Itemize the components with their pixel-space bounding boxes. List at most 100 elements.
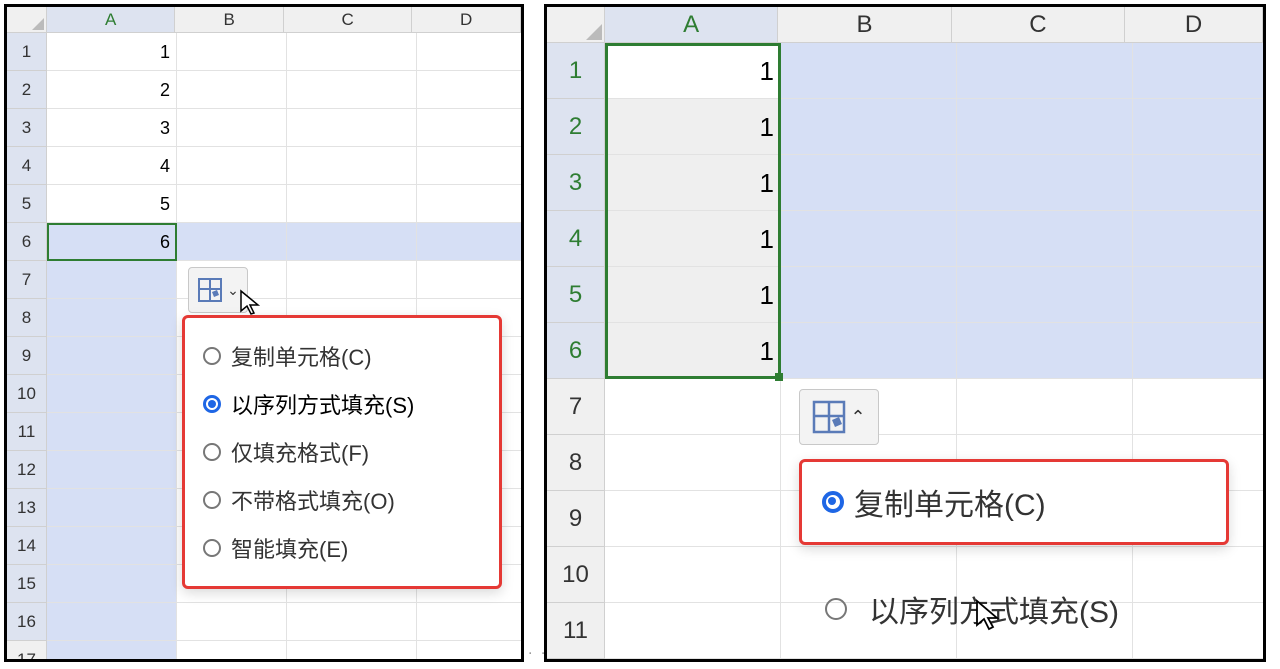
cell[interactable]: 5	[47, 185, 177, 223]
cell[interactable]	[781, 211, 957, 267]
col-header-C[interactable]: C	[284, 7, 412, 33]
cell[interactable]	[417, 71, 524, 109]
option-copy-cells[interactable]: 复制单元格(C)	[816, 472, 1212, 532]
cell[interactable]	[177, 641, 287, 662]
cell[interactable]	[287, 147, 417, 185]
row-header-13[interactable]: 13	[7, 489, 47, 527]
cell[interactable]: 3	[47, 109, 177, 147]
fill-handle[interactable]	[775, 373, 783, 381]
cell[interactable]: 1	[605, 43, 781, 99]
cell[interactable]: 1	[605, 211, 781, 267]
col-header-A[interactable]: A	[47, 7, 175, 33]
cell[interactable]	[957, 155, 1133, 211]
row-header-7[interactable]: 7	[7, 261, 47, 299]
cell[interactable]	[287, 641, 417, 662]
cell[interactable]	[781, 99, 957, 155]
select-all-corner[interactable]	[547, 7, 605, 43]
cell[interactable]	[1133, 99, 1266, 155]
cell[interactable]	[957, 267, 1133, 323]
row-header-3[interactable]: 3	[7, 109, 47, 147]
row-header-15[interactable]: 15	[7, 565, 47, 603]
cell[interactable]	[1133, 267, 1266, 323]
cell[interactable]	[47, 337, 177, 375]
cell[interactable]	[605, 603, 781, 659]
cell[interactable]	[781, 267, 957, 323]
row-header-11[interactable]: 11	[547, 603, 605, 659]
cell[interactable]	[177, 223, 287, 261]
cell[interactable]	[781, 323, 957, 379]
cell[interactable]	[287, 185, 417, 223]
cell[interactable]: 4	[47, 147, 177, 185]
row-header-17[interactable]: 17	[7, 641, 47, 662]
cell[interactable]	[287, 71, 417, 109]
cell[interactable]	[1133, 323, 1266, 379]
cell[interactable]	[287, 223, 417, 261]
row-header-6[interactable]: 6	[7, 223, 47, 261]
row-header-2[interactable]: 2	[547, 99, 605, 155]
option-copy-cells[interactable]: 复制单元格(C)	[197, 332, 487, 380]
cell[interactable]	[1133, 211, 1266, 267]
cell[interactable]	[177, 71, 287, 109]
cell[interactable]: 1	[605, 323, 781, 379]
row-header-11[interactable]: 11	[7, 413, 47, 451]
cell[interactable]	[47, 641, 177, 662]
cell[interactable]: 1	[47, 33, 177, 71]
cell[interactable]	[287, 33, 417, 71]
option-fill-series[interactable]: 以序列方式填充(S)	[197, 380, 487, 428]
cell[interactable]	[177, 33, 287, 71]
col-header-B[interactable]: B	[778, 7, 951, 43]
row-header-9[interactable]: 9	[547, 491, 605, 547]
select-all-corner[interactable]	[7, 7, 47, 33]
cell[interactable]	[287, 109, 417, 147]
row-header-8[interactable]: 8	[7, 299, 47, 337]
cell[interactable]	[47, 603, 177, 641]
row-header-12[interactable]: 12	[7, 451, 47, 489]
cell[interactable]	[1133, 43, 1266, 99]
cell[interactable]	[47, 527, 177, 565]
col-header-C[interactable]: C	[952, 7, 1125, 43]
row-header-16[interactable]: 16	[7, 603, 47, 641]
cell[interactable]: 6	[47, 223, 177, 261]
row-header-6[interactable]: 6	[547, 323, 605, 379]
col-header-D[interactable]: D	[412, 7, 521, 33]
row-header-4[interactable]: 4	[7, 147, 47, 185]
cell[interactable]	[781, 155, 957, 211]
cell[interactable]	[417, 33, 524, 71]
option-smart-fill[interactable]: 智能填充(E)	[197, 524, 487, 572]
row-header-10[interactable]: 10	[547, 547, 605, 603]
cell[interactable]	[47, 375, 177, 413]
cell[interactable]	[177, 109, 287, 147]
cell[interactable]	[605, 435, 781, 491]
row-header-5[interactable]: 5	[7, 185, 47, 223]
col-header-A[interactable]: A	[605, 7, 778, 43]
cell[interactable]	[781, 43, 957, 99]
cell[interactable]	[47, 413, 177, 451]
col-header-B[interactable]: B	[175, 7, 284, 33]
cell[interactable]	[47, 451, 177, 489]
autofill-options-button[interactable]: ⌄	[188, 267, 248, 313]
col-header-D[interactable]: D	[1125, 7, 1263, 43]
cell[interactable]	[1133, 379, 1266, 435]
option-fill-format-only[interactable]: 仅填充格式(F)	[197, 428, 487, 476]
cell[interactable]	[957, 379, 1133, 435]
cell[interactable]	[417, 641, 524, 662]
cell[interactable]	[605, 491, 781, 547]
autofill-options-button[interactable]: ⌃	[799, 389, 879, 445]
cell[interactable]	[47, 489, 177, 527]
row-header-9[interactable]: 9	[7, 337, 47, 375]
option-fill-series[interactable]: 以序列方式填充(S)	[815, 567, 1235, 651]
row-header-8[interactable]: 8	[547, 435, 605, 491]
cell[interactable]	[957, 211, 1133, 267]
cell[interactable]: 1	[605, 267, 781, 323]
cell[interactable]	[417, 109, 524, 147]
row-header-4[interactable]: 4	[547, 211, 605, 267]
cell[interactable]	[957, 99, 1133, 155]
cell[interactable]	[287, 603, 417, 641]
cell[interactable]	[47, 299, 177, 337]
cell[interactable]	[605, 379, 781, 435]
cell[interactable]: 2	[47, 71, 177, 109]
row-header-14[interactable]: 14	[7, 527, 47, 565]
cell[interactable]	[1133, 155, 1266, 211]
option-fill-without-format[interactable]: 不带格式填充(O)	[197, 476, 487, 524]
row-header-2[interactable]: 2	[7, 71, 47, 109]
